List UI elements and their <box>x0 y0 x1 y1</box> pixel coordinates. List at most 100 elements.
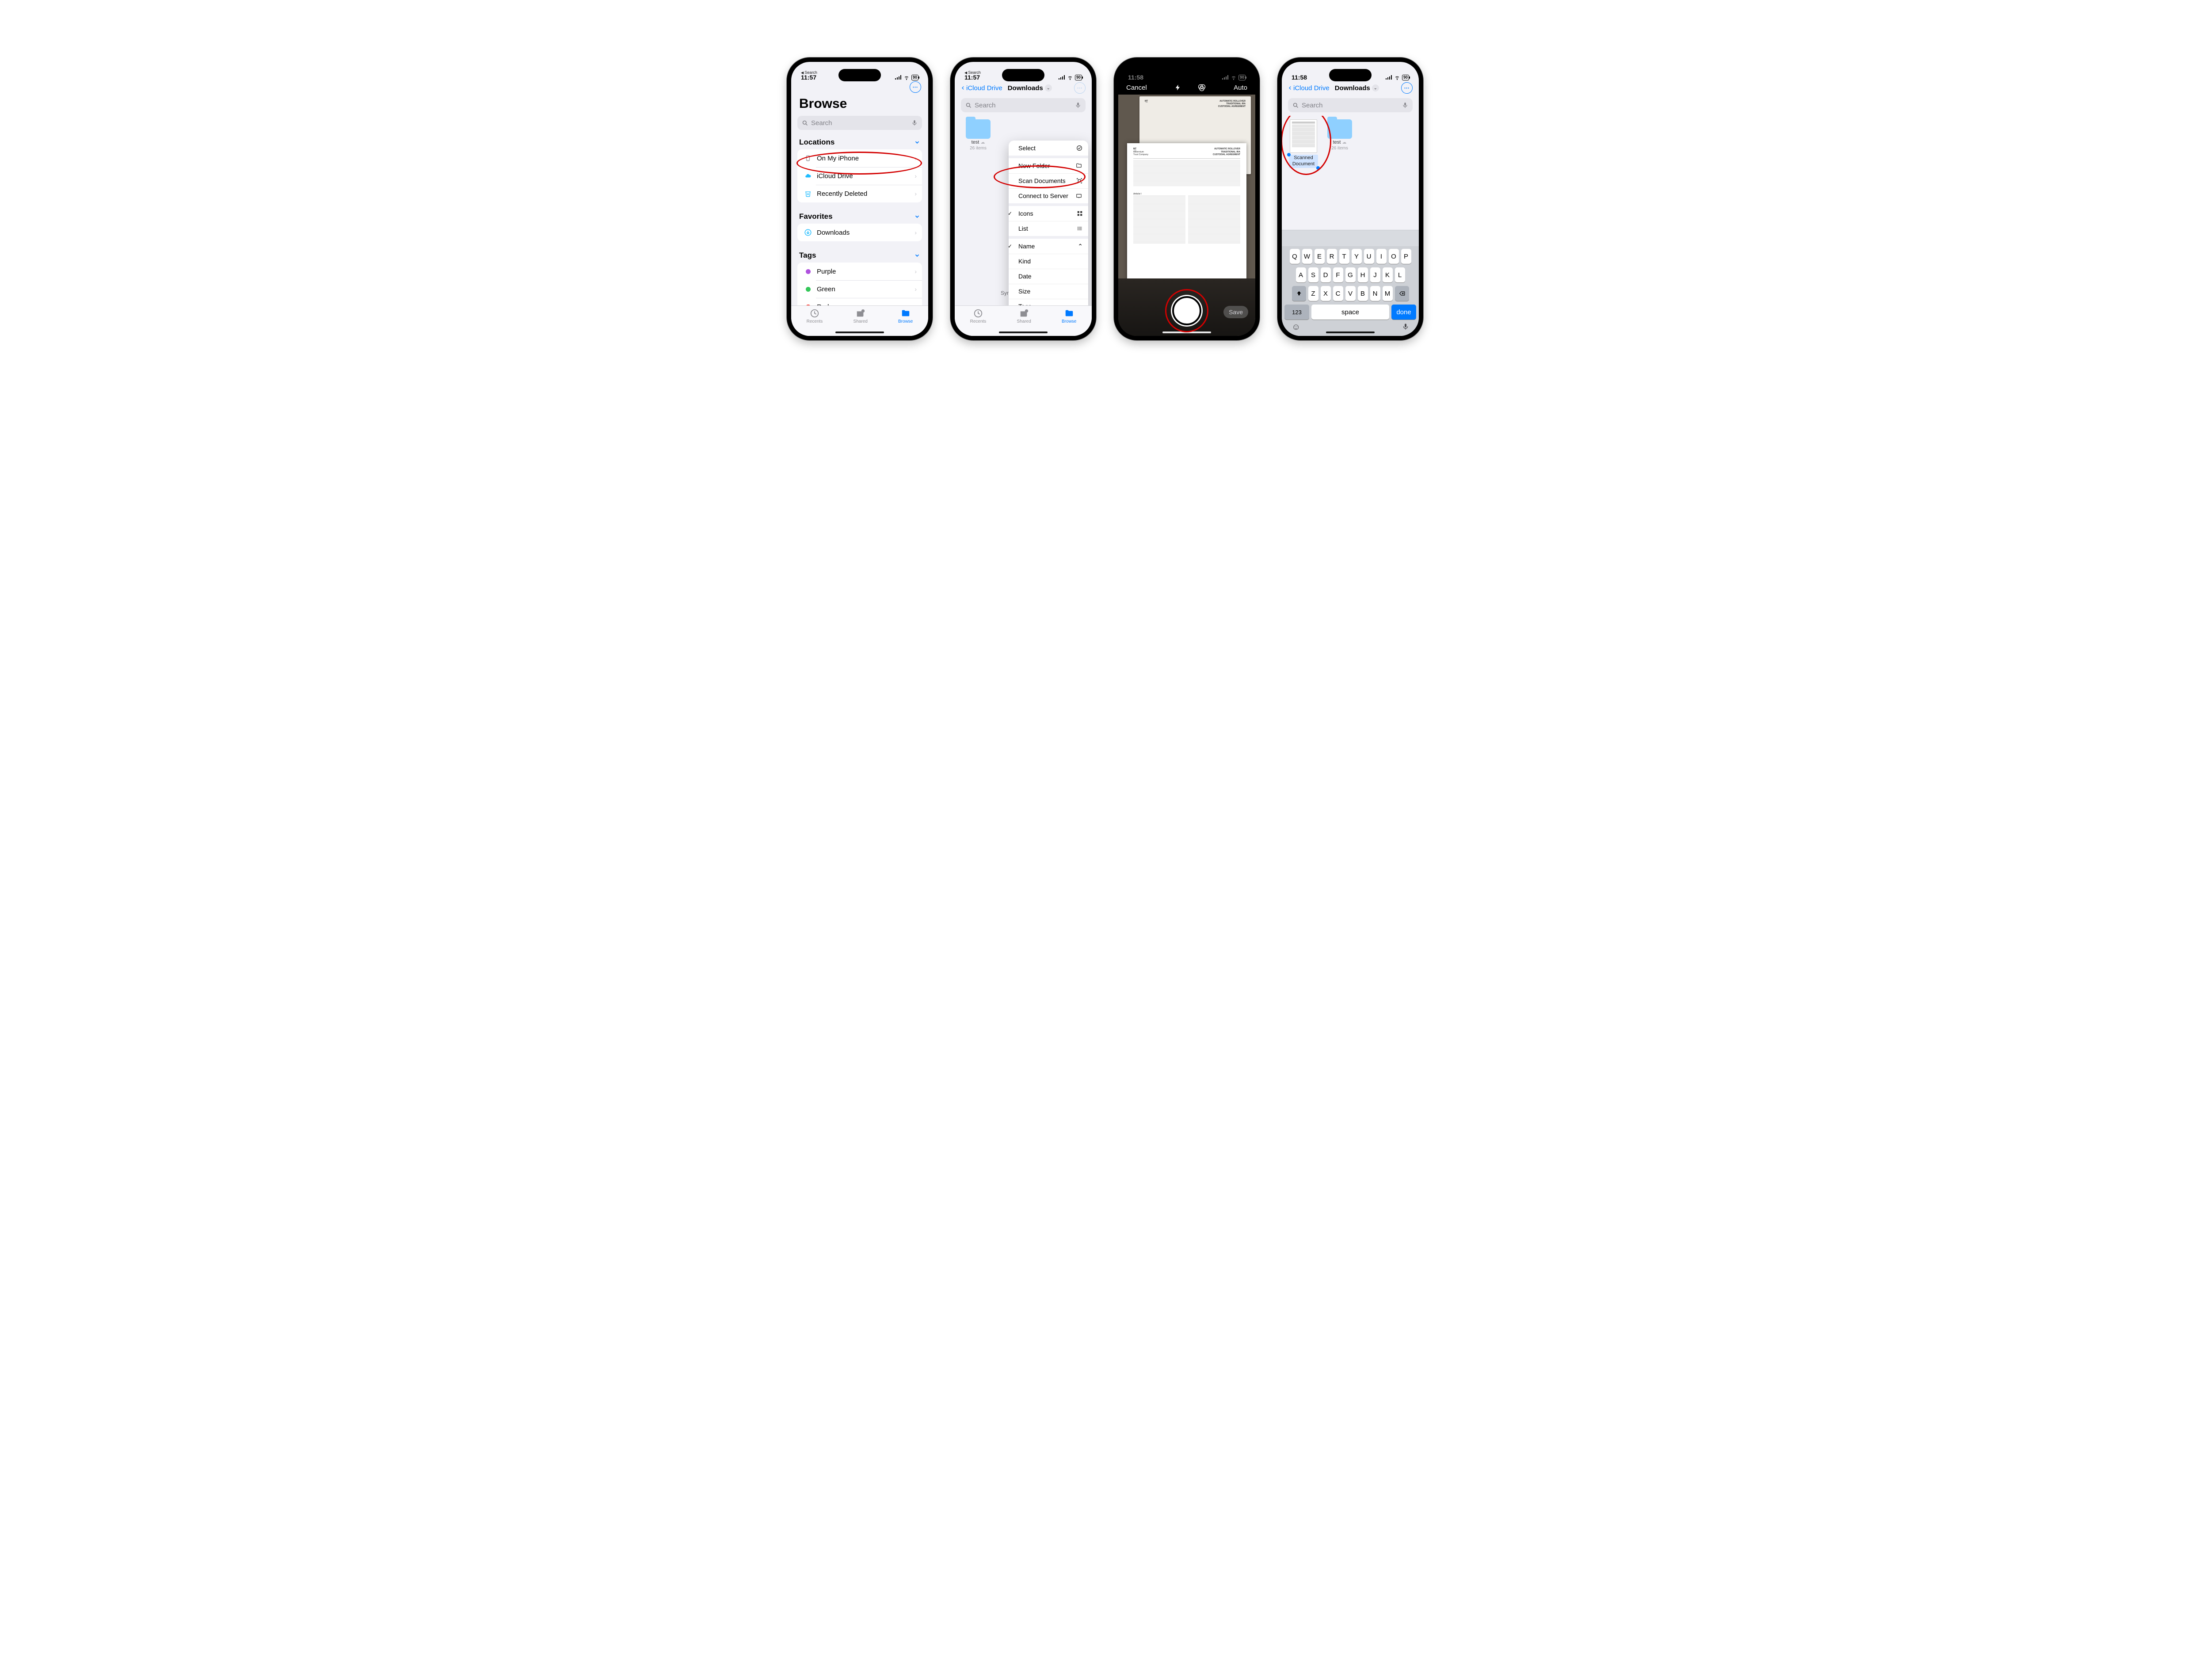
flash-icon[interactable] <box>1174 83 1181 92</box>
search-placeholder: Search <box>975 102 996 109</box>
home-indicator[interactable] <box>999 331 1048 333</box>
key-o[interactable]: O <box>1389 249 1399 264</box>
search-input[interactable]: Search <box>1288 98 1413 112</box>
key-c[interactable]: C <box>1333 286 1343 301</box>
title-chevron-icon[interactable]: ⌄ <box>1045 84 1052 91</box>
key-f[interactable]: F <box>1333 267 1343 282</box>
key-l[interactable]: L <box>1395 267 1405 282</box>
key-j[interactable]: J <box>1370 267 1380 282</box>
back-button[interactable]: iCloud Drive <box>961 84 1002 92</box>
shutter-button[interactable] <box>1172 296 1201 325</box>
key-h[interactable]: H <box>1358 267 1368 282</box>
home-indicator[interactable] <box>1326 331 1375 333</box>
tag-green[interactable]: Green› <box>797 280 922 298</box>
phone-3: 11:58 90 Cancel Auto M͟TAUTOMATIC ROLLOV… <box>1114 57 1260 340</box>
wifi-icon <box>1394 74 1400 80</box>
key-space[interactable]: space <box>1311 305 1389 320</box>
folder-test[interactable]: test☁︎ 26 items <box>963 119 994 151</box>
tab-shared[interactable]: Shared <box>854 309 868 324</box>
search-input[interactable]: Search <box>797 116 922 130</box>
mic-icon[interactable] <box>911 119 918 126</box>
wifi-icon <box>903 74 910 80</box>
key-k[interactable]: K <box>1383 267 1393 282</box>
camera-viewport: M͟TAUTOMATIC ROLLOVER TRADITIONAL IRA CU… <box>1118 95 1255 336</box>
menu-connect-server[interactable]: Connect to Server <box>1009 188 1088 203</box>
menu-kind[interactable]: Kind <box>1009 254 1088 269</box>
tag-dot-icon <box>806 305 811 306</box>
back-button[interactable]: iCloud Drive <box>1288 84 1330 92</box>
more-button[interactable]: ⋯ <box>1401 82 1413 94</box>
key-w[interactable]: W <box>1302 249 1312 264</box>
status-breadcrumb[interactable]: ◀︎ Search <box>801 71 817 75</box>
chevron-down-icon[interactable] <box>914 139 920 145</box>
key-a[interactable]: A <box>1296 267 1306 282</box>
key-u[interactable]: U <box>1364 249 1374 264</box>
auto-button[interactable]: Auto <box>1234 84 1247 91</box>
filter-icon[interactable] <box>1197 83 1206 92</box>
key-s[interactable]: S <box>1308 267 1318 282</box>
tags-header: Tags <box>799 251 816 260</box>
key-backspace[interactable] <box>1395 286 1409 301</box>
home-indicator[interactable] <box>1162 331 1211 333</box>
key-z[interactable]: Z <box>1308 286 1318 301</box>
home-indicator[interactable] <box>835 331 884 333</box>
tab-recents[interactable]: Recents <box>970 309 987 324</box>
key-g[interactable]: G <box>1345 267 1356 282</box>
key-v[interactable]: V <box>1345 286 1356 301</box>
mic-icon[interactable] <box>1402 102 1408 109</box>
folder-test[interactable]: test☁︎ 26 items <box>1324 119 1355 168</box>
menu-name[interactable]: ✓Name⌃ <box>1009 239 1088 254</box>
key-done[interactable]: done <box>1391 305 1416 320</box>
key-shift[interactable] <box>1292 286 1306 301</box>
tab-browse[interactable]: Browse <box>898 309 913 324</box>
save-button[interactable]: Save <box>1223 306 1248 318</box>
menu-icons[interactable]: ✓Icons <box>1009 206 1088 221</box>
menu-select[interactable]: Select <box>1009 141 1088 156</box>
dictation-button[interactable] <box>1402 322 1409 332</box>
location-icloud-drive[interactable]: iCloud Drive› <box>797 167 922 185</box>
mic-icon[interactable] <box>1075 102 1081 109</box>
location-recently-deleted[interactable]: Recently Deleted› <box>797 185 922 202</box>
key-e[interactable]: E <box>1315 249 1325 264</box>
more-button[interactable]: ⋯ <box>1074 82 1086 94</box>
key-r[interactable]: R <box>1327 249 1337 264</box>
document-thumb-icon <box>1290 119 1317 153</box>
key-q[interactable]: Q <box>1290 249 1300 264</box>
key-i[interactable]: I <box>1376 249 1387 264</box>
menu-tags[interactable]: Tags <box>1009 299 1088 305</box>
menu-scan-documents[interactable]: Scan Documents <box>1009 173 1088 188</box>
menu-new-folder[interactable]: New Folder <box>1009 158 1088 173</box>
tab-browse[interactable]: Browse <box>1062 309 1076 324</box>
search-input[interactable]: Search <box>961 98 1086 112</box>
tag-purple[interactable]: Purple› <box>797 263 922 280</box>
title-chevron-icon[interactable]: ⌄ <box>1372 84 1379 91</box>
cancel-button[interactable]: Cancel <box>1126 84 1147 91</box>
tab-recents[interactable]: Recents <box>807 309 823 324</box>
emoji-button[interactable]: ☺ <box>1292 322 1300 332</box>
key-n[interactable]: N <box>1370 286 1380 301</box>
scanned-document-item[interactable]: Scanned Document <box>1289 119 1318 168</box>
rename-input[interactable]: Scanned Document <box>1289 155 1318 168</box>
location-on-my-iphone[interactable]: On My iPhone› <box>797 149 922 167</box>
chevron-down-icon[interactable] <box>914 252 920 259</box>
status-breadcrumb[interactable]: ◀︎ Search <box>964 71 981 75</box>
key-x[interactable]: X <box>1321 286 1331 301</box>
key-m[interactable]: M <box>1383 286 1393 301</box>
key-b[interactable]: B <box>1358 286 1368 301</box>
more-button[interactable]: ⋯ <box>910 81 921 93</box>
search-icon <box>802 120 808 126</box>
favorites-list: Downloads› <box>797 224 922 241</box>
menu-size[interactable]: Size <box>1009 284 1088 299</box>
menu-list[interactable]: List <box>1009 221 1088 236</box>
key-p[interactable]: P <box>1401 249 1411 264</box>
favorite-downloads[interactable]: Downloads› <box>797 224 922 241</box>
key-t[interactable]: T <box>1339 249 1349 264</box>
key-123[interactable]: 123 <box>1284 305 1309 320</box>
key-d[interactable]: D <box>1321 267 1331 282</box>
key-y[interactable]: Y <box>1352 249 1362 264</box>
chevron-down-icon[interactable] <box>914 213 920 220</box>
tab-shared[interactable]: Shared <box>1017 309 1031 324</box>
tag-red[interactable]: Red› <box>797 298 922 305</box>
menu-date[interactable]: Date <box>1009 269 1088 284</box>
server-icon <box>1075 193 1083 199</box>
